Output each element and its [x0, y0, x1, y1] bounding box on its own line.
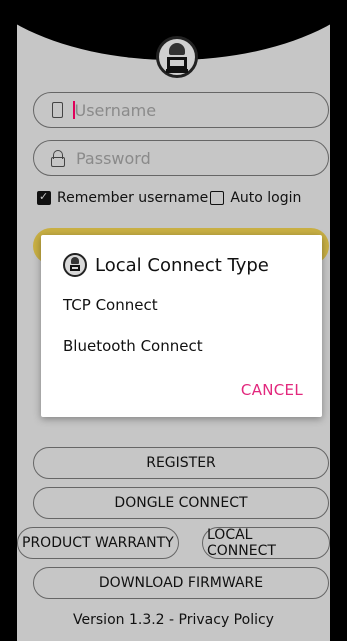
lock-icon — [50, 150, 66, 167]
download-firmware-label: DOWNLOAD FIRMWARE — [98, 575, 264, 591]
footer-separator: - — [164, 612, 179, 628]
app-logo-icon — [156, 36, 198, 78]
bluetooth-connect-option[interactable]: Bluetooth Connect — [63, 337, 203, 355]
phone-icon — [52, 102, 63, 118]
cancel-button[interactable]: CANCEL — [241, 381, 303, 399]
login-options: Remember username Auto login — [37, 190, 301, 206]
version-footer: Version 1.3.2 - Privacy Policy — [17, 612, 330, 628]
version-text: Version 1.3.2 — [73, 612, 165, 628]
product-warranty-button[interactable]: PRODUCT WARRANTY — [17, 527, 179, 559]
remember-username-label: Remember username — [57, 190, 209, 206]
tcp-connect-option[interactable]: TCP Connect — [63, 296, 158, 314]
dialog-header: Local Connect Type — [63, 253, 269, 277]
product-warranty-label: PRODUCT WARRANTY — [22, 535, 174, 551]
password-field[interactable]: Password — [33, 140, 329, 176]
remember-username-checkbox[interactable] — [37, 190, 51, 205]
register-button[interactable]: REGISTER — [33, 447, 329, 479]
auto-login-checkbox[interactable] — [210, 191, 225, 205]
password-placeholder: Password — [76, 148, 151, 168]
dongle-connect-button[interactable]: DONGLE CONNECT — [33, 487, 329, 519]
username-placeholder: Username — [74, 100, 157, 120]
local-connect-button[interactable]: LOCAL CONNECT — [202, 527, 330, 559]
username-field[interactable]: Username — [33, 92, 329, 128]
app-logo-icon — [63, 253, 87, 277]
dongle-connect-label: DONGLE CONNECT — [114, 495, 248, 511]
privacy-policy-link[interactable]: Privacy Policy — [179, 612, 274, 628]
download-firmware-button[interactable]: DOWNLOAD FIRMWARE — [33, 567, 329, 599]
auto-login-label: Auto login — [230, 190, 302, 206]
local-connect-type-dialog: Local Connect Type TCP Connect Bluetooth… — [41, 235, 322, 417]
local-connect-label: LOCAL CONNECT — [207, 527, 276, 559]
register-label: REGISTER — [146, 455, 216, 471]
dialog-title: Local Connect Type — [95, 254, 269, 276]
